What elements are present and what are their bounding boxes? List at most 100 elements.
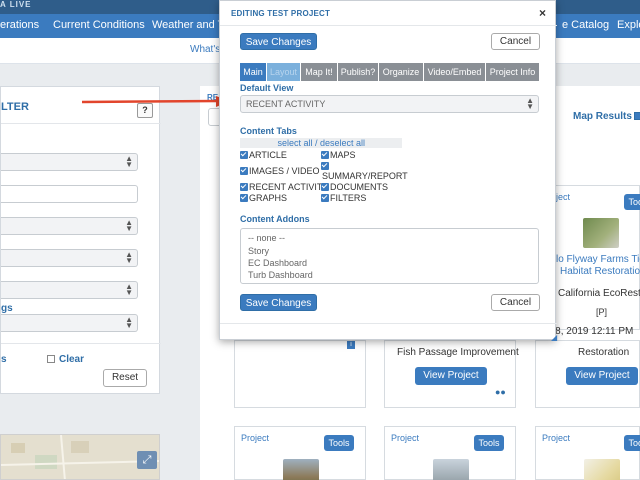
checkbox-maps[interactable]: MAPS <box>321 150 356 160</box>
content-addons-listbox[interactable]: -- none -- Story EC Dashboard Turb Dashb… <box>240 228 539 284</box>
card-type-label: Project <box>542 433 571 443</box>
filter-panel: LTER ? ▲ ▼ ▲ ▼ ▲ ▼ ▲ ▼ gs ▲ ▼ s Clear Reset <box>0 86 161 394</box>
tab-publish[interactable]: Publish? <box>338 63 379 81</box>
checkbox-graphs[interactable]: GRAPHS <box>240 193 287 203</box>
expand-icon[interactable]: ⤢ <box>137 451 157 469</box>
divider <box>1 123 161 124</box>
checkbox-checked-icon <box>321 194 329 202</box>
addon-option[interactable]: EC Dashboard <box>248 258 307 268</box>
project-card: Project Tools <box>234 426 366 480</box>
card-type-label: Project <box>391 433 420 443</box>
project-thumbnail <box>583 218 619 248</box>
separator: / <box>312 138 320 148</box>
project-card: i <box>234 340 366 408</box>
map-results-toggle[interactable]: Map Results <box>573 111 640 122</box>
nav-item-operations[interactable]: erations <box>0 14 39 36</box>
filter-select-3[interactable]: ▲ ▼ <box>1 249 138 267</box>
deselect-all-link[interactable]: deselect all <box>320 138 365 148</box>
filter-select-2[interactable]: ▲ ▼ <box>1 217 138 235</box>
tab-organize[interactable]: Organize <box>379 63 424 81</box>
project-thumbnail <box>283 459 319 480</box>
select-all-bar: select all / deselect all <box>240 138 402 148</box>
people-icon: ●● <box>495 387 506 397</box>
tools-button[interactable]: Tools <box>324 435 354 451</box>
annotation-arrow-icon <box>81 96 230 107</box>
checkbox-checked-icon <box>240 183 248 191</box>
resize-handle-icon[interactable]: ◢ <box>551 333 557 342</box>
project-thumbnail <box>433 459 469 480</box>
tools-button[interactable]: Tools <box>474 435 504 451</box>
checkbox-checked-icon <box>240 194 248 202</box>
brand-logo-text: A LIVE <box>0 0 32 9</box>
checkbox-filters[interactable]: FILTERS <box>321 193 366 203</box>
checkbox-article[interactable]: ARTICLE <box>240 150 287 160</box>
checkbox-checked-icon <box>321 183 329 191</box>
filter-select-5[interactable]: ▲ ▼ <box>1 314 138 332</box>
nav-item-catalog[interactable]: e Catalog <box>562 14 609 36</box>
project-thumbnail <box>584 459 620 480</box>
checkbox-icon <box>633 112 640 121</box>
default-view-value: RECENT ACTIVITY <box>246 99 326 109</box>
card-title-line2[interactable]: Habitat Restoration <box>560 266 640 277</box>
view-project-button[interactable]: View Project <box>566 367 638 385</box>
addon-option[interactable]: Story <box>248 246 269 256</box>
divider <box>220 25 557 26</box>
filter-link[interactable]: s <box>1 354 7 365</box>
tab-main[interactable]: Main <box>240 63 267 81</box>
tab-project-info[interactable]: Project Info <box>486 63 540 81</box>
reset-button[interactable]: Reset <box>103 369 147 387</box>
tools-button[interactable]: Tools <box>624 194 640 210</box>
checkbox-documents[interactable]: DOCUMENTS <box>321 182 388 192</box>
checkbox-label: ARTICLE <box>249 150 287 160</box>
checkbox-summary-report[interactable] <box>321 161 330 171</box>
tab-video-embed[interactable]: Video/Embed <box>424 63 486 81</box>
filter-select-1[interactable]: ▲ ▼ <box>1 153 138 171</box>
clear-checkbox[interactable]: Clear <box>47 354 84 365</box>
modal-title: EDITING TEST PROJECT <box>231 9 331 18</box>
updown-icon: ▲ ▼ <box>125 282 133 297</box>
clear-label: Clear <box>59 354 85 365</box>
info-icon: i <box>347 341 355 349</box>
addon-option[interactable]: -- none -- <box>248 233 285 243</box>
tab-map-it[interactable]: Map It! <box>301 63 338 81</box>
updown-icon: ▲ ▼ <box>125 250 133 265</box>
project-card: Project Tools <box>535 426 640 480</box>
cancel-button-bottom[interactable]: Cancel <box>491 294 540 311</box>
checkbox-images-video[interactable]: IMAGES / VIDEO <box>240 166 320 176</box>
map-thumbnail[interactable]: ⤢ <box>0 434 160 480</box>
filter-title: LTER <box>1 101 29 113</box>
card-status: [P] <box>596 307 608 317</box>
sub-nav-whats-new[interactable]: What's <box>190 38 220 62</box>
checkbox-recent-activity[interactable]: RECENT ACTIVITY <box>240 182 328 192</box>
card-title[interactable]: Fish Passage Improvement <box>397 347 519 358</box>
save-changes-button-bottom[interactable]: Save Changes <box>240 294 317 311</box>
divider <box>220 323 557 324</box>
checkbox-checked-icon <box>240 151 248 159</box>
edit-project-modal: EDITING TEST PROJECT × Save Changes Canc… <box>219 0 557 342</box>
updown-icon: ▲ ▼ <box>125 315 133 330</box>
checkbox-label: SUMMARY/REPORT <box>322 171 408 181</box>
project-card: Project Tools <box>384 426 516 480</box>
save-changes-button[interactable]: Save Changes <box>240 33 317 50</box>
checkbox-label: IMAGES / VIDEO <box>249 166 320 176</box>
select-all-link[interactable]: select all <box>277 138 312 148</box>
nav-item-explore[interactable]: Explo <box>617 14 640 36</box>
view-project-button[interactable]: View Project <box>415 367 487 385</box>
card-title[interactable]: lo Flyway Farms Tid <box>556 254 640 265</box>
project-card: Restoration View Project <box>535 340 640 408</box>
close-icon[interactable]: × <box>539 7 546 19</box>
default-view-select[interactable]: RECENT ACTIVITY ▲ ▼ <box>240 95 539 113</box>
checkbox-label: GRAPHS <box>249 193 288 203</box>
filter-select-4[interactable]: ▲ ▼ <box>1 281 138 299</box>
nav-item-current-conditions[interactable]: Current Conditions <box>53 14 145 36</box>
cancel-button[interactable]: Cancel <box>491 33 540 50</box>
tab-layout[interactable]: Layout <box>267 63 301 81</box>
filter-group-label: gs <box>1 303 13 314</box>
addon-option[interactable]: Turb Dashboard <box>248 270 313 280</box>
tools-button[interactable]: Tools <box>624 435 640 451</box>
filter-input[interactable] <box>1 185 138 203</box>
default-view-label: Default View <box>240 83 294 93</box>
checkbox-label: DOCUMENTS <box>330 182 388 192</box>
divider <box>1 343 161 344</box>
map-results-label: Map Results <box>573 111 632 122</box>
